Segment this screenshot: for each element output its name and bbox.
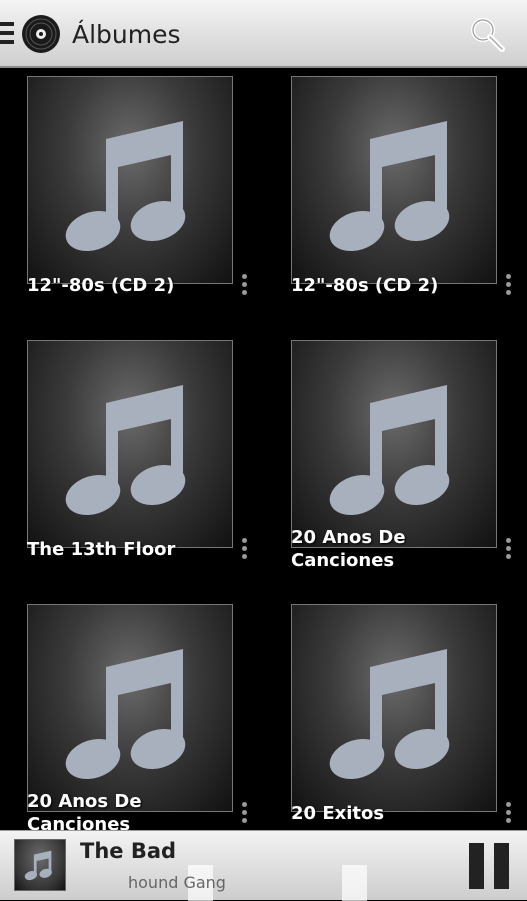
music-note-icon [324, 649, 455, 780]
music-note-icon [60, 385, 191, 516]
page-title: Álbumes [72, 20, 181, 49]
album-tile[interactable]: 12"-80s (CD 2) [277, 70, 525, 320]
now-playing-title[interactable]: The Bad [80, 839, 176, 863]
overflow-menu-icon[interactable] [504, 274, 514, 302]
album-tile[interactable]: 20 Exitos [277, 598, 525, 830]
vinyl-disc-icon[interactable] [20, 13, 62, 55]
album-cover[interactable] [291, 340, 497, 548]
search-icon[interactable] [468, 15, 506, 53]
overflow-menu-icon[interactable] [240, 274, 250, 302]
action-bar: Álbumes [0, 0, 527, 68]
album-tile[interactable]: 20 Anos De Canciones [277, 334, 525, 584]
album-title: The 13th Floor [27, 539, 176, 560]
album-cover[interactable] [291, 604, 497, 812]
now-playing-bar[interactable]: The Bad hound Gang [0, 830, 527, 901]
pause-icon[interactable] [469, 843, 509, 889]
album-cover[interactable] [27, 340, 233, 548]
album-title: 20 Exitos [291, 803, 385, 824]
overflow-menu-icon[interactable] [504, 538, 514, 566]
album-cover[interactable] [27, 76, 233, 284]
music-note-icon [60, 649, 191, 780]
now-playing-art[interactable] [14, 839, 66, 891]
album-cover[interactable] [27, 604, 233, 812]
album-tile[interactable]: 20 Anos De Canciones [13, 598, 261, 830]
album-title: 12"-80s (CD 2) [291, 275, 439, 296]
overflow-menu-icon[interactable] [240, 538, 250, 566]
album-title: 12"-80s (CD 2) [27, 275, 175, 296]
album-tile[interactable]: The 13th Floor [13, 334, 261, 584]
overflow-menu-icon[interactable] [240, 802, 250, 830]
album-grid[interactable]: 12"-80s (CD 2) 12"-80s (CD 2) The 13th F… [0, 70, 527, 830]
hamburger-icon[interactable] [0, 22, 14, 44]
now-playing-artist[interactable]: hound Gang [128, 873, 226, 892]
album-cover[interactable] [291, 76, 497, 284]
music-note-icon [23, 850, 54, 881]
album-title: 20 Anos De Canciones [27, 791, 142, 830]
overflow-menu-icon[interactable] [504, 802, 514, 830]
album-title: 20 Anos De Canciones [291, 527, 406, 571]
music-note-icon [60, 121, 191, 252]
music-note-icon [324, 385, 455, 516]
music-note-icon [324, 121, 455, 252]
album-tile[interactable]: 12"-80s (CD 2) [13, 70, 261, 320]
decorative-block [342, 865, 367, 901]
